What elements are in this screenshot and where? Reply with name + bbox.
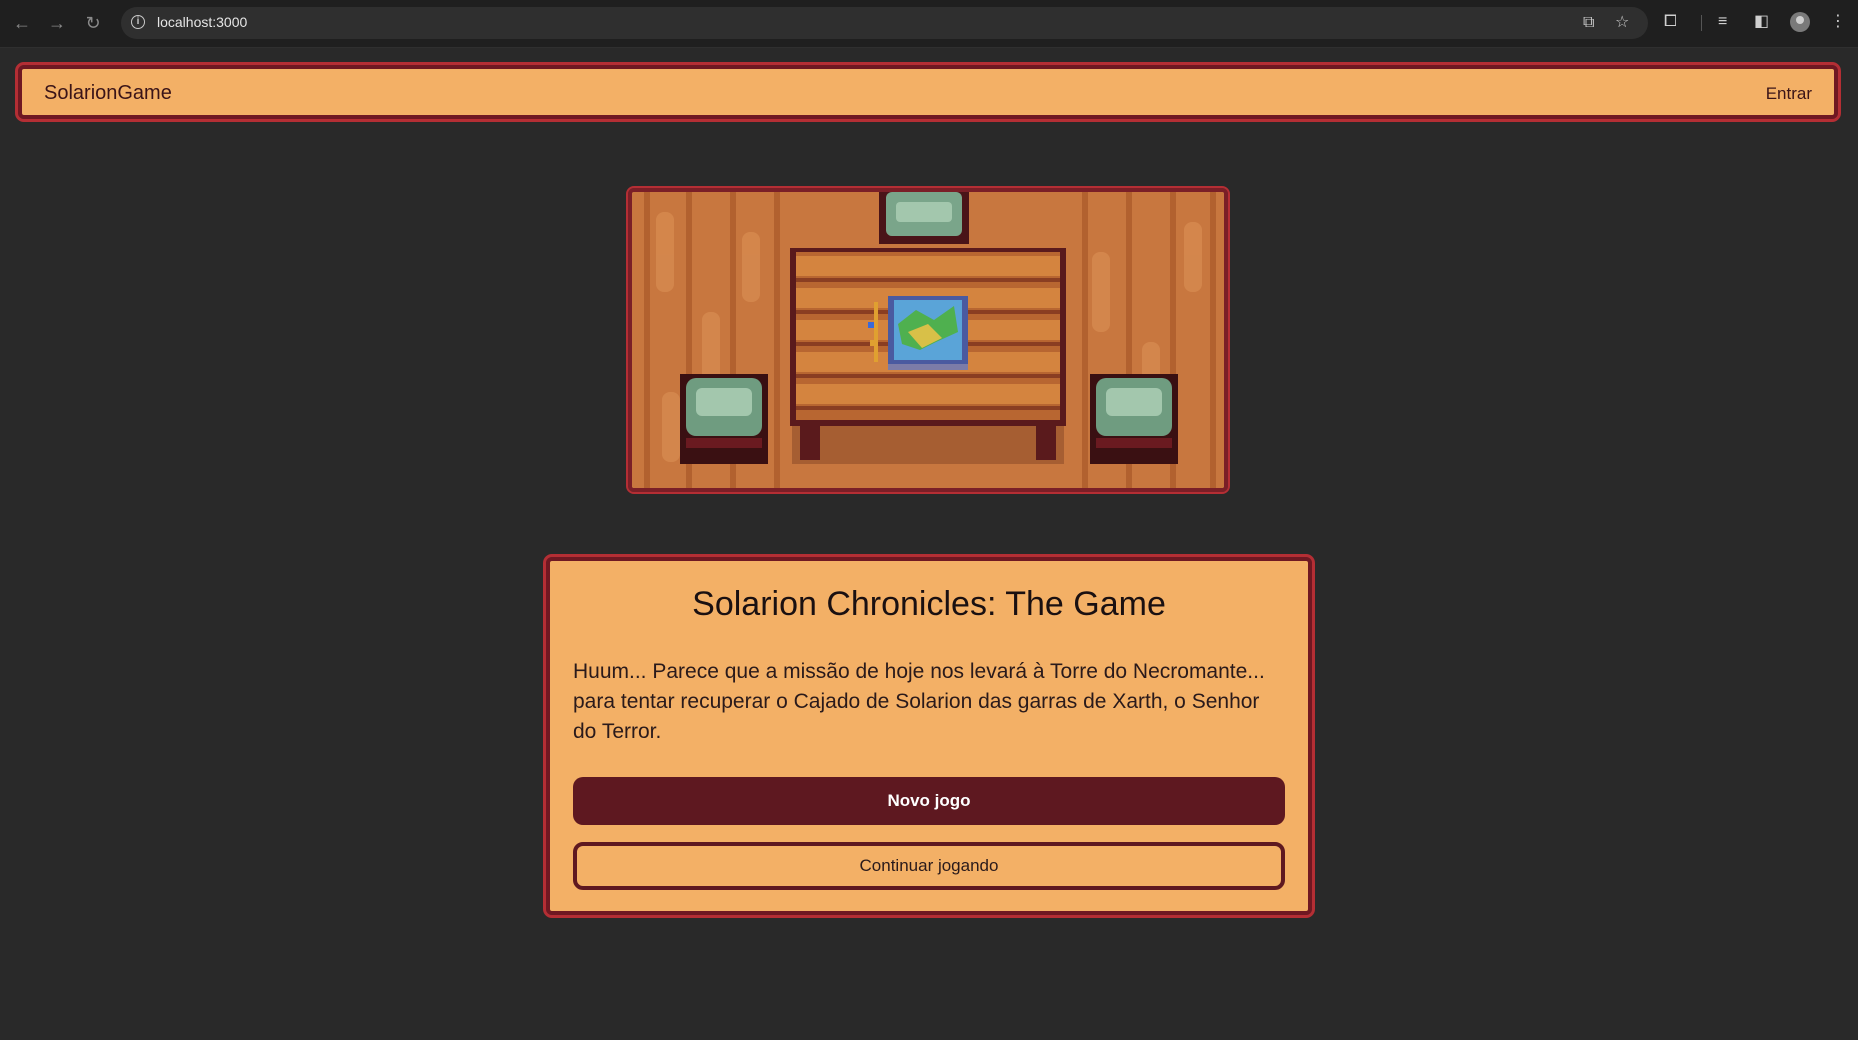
reload-icon[interactable]: ↻ bbox=[80, 10, 106, 36]
game-title: Solarion Chronicles: The Game bbox=[692, 585, 1166, 623]
new-game-button[interactable]: Novo jogo bbox=[573, 777, 1285, 825]
address-bar[interactable]: i localhost:3000 ⧉ ☆ bbox=[121, 7, 1648, 39]
browser-toolbar: ← → ↻ i localhost:3000 ⧉ ☆ ⧠ ≡ ◧ ⋮ bbox=[0, 0, 1858, 48]
bookmark-star-icon[interactable]: ☆ bbox=[1615, 14, 1629, 32]
address-url[interactable]: localhost:3000 bbox=[157, 14, 247, 30]
tavern-table-illustration bbox=[632, 192, 1224, 488]
back-icon[interactable]: ← bbox=[9, 10, 35, 36]
extensions-icon[interactable]: ⧠ bbox=[1664, 13, 1677, 31]
side-panel-icon[interactable]: ◧ bbox=[1754, 13, 1769, 31]
menu-kebab-icon[interactable]: ⋮ bbox=[1830, 13, 1846, 31]
brand-logo[interactable]: SolarionGame bbox=[44, 82, 172, 105]
continue-game-button[interactable]: Continuar jogando bbox=[573, 842, 1285, 890]
login-link[interactable]: Entrar bbox=[1766, 84, 1812, 104]
mission-description: Huum... Parece que a missão de hoje nos … bbox=[573, 660, 1265, 743]
forward-icon[interactable]: → bbox=[44, 10, 70, 36]
app-navbar: SolarionGame Entrar bbox=[15, 62, 1841, 122]
toolbar-divider bbox=[1701, 15, 1702, 31]
hero-image bbox=[626, 186, 1230, 494]
intro-card: Solarion Chronicles: The Game Huum... Pa… bbox=[543, 554, 1315, 918]
site-info-icon[interactable]: i bbox=[131, 15, 145, 29]
media-controls-icon[interactable]: ≡ bbox=[1718, 13, 1727, 31]
install-app-icon[interactable]: ⧉ bbox=[1583, 14, 1594, 32]
profile-avatar[interactable] bbox=[1790, 12, 1810, 32]
